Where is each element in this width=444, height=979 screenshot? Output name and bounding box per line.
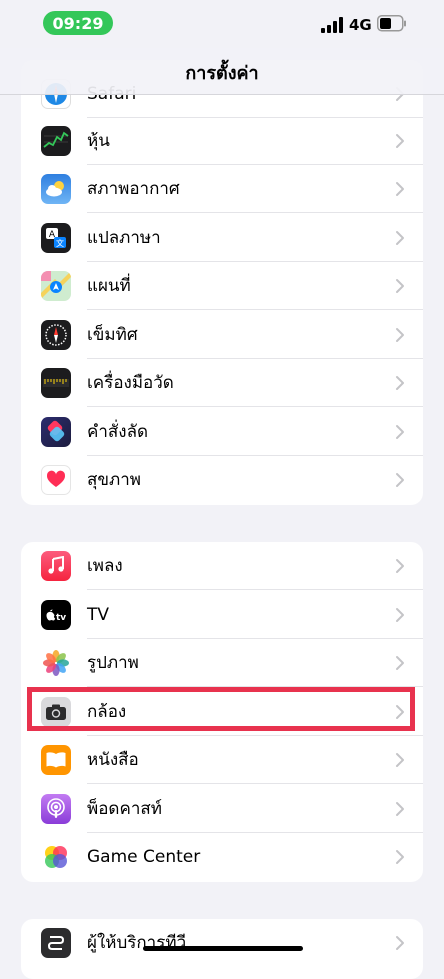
settings-row-label: หนังสือ — [87, 750, 139, 770]
chevron-right-icon — [396, 936, 404, 950]
settings-row-label: TV — [87, 605, 110, 625]
chevron-right-icon — [396, 182, 404, 196]
settings-row-label: เข็มทิศ — [87, 325, 138, 345]
svg-text:tv: tv — [56, 613, 66, 623]
books-icon — [41, 745, 71, 775]
settings-row-label: สภาพอากาศ — [87, 179, 180, 199]
svg-text:文: 文 — [56, 238, 64, 248]
chevron-right-icon — [396, 279, 404, 293]
weather-icon — [41, 174, 71, 204]
chevron-right-icon — [396, 231, 404, 245]
status-bar: 09:29 4G — [0, 0, 444, 48]
apple-tv-icon: tv — [41, 600, 71, 630]
translate-icon: A文 — [41, 223, 71, 253]
settings-row-label: เครื่องมือวัด — [87, 373, 174, 393]
maps-icon — [41, 271, 71, 301]
row-separator — [87, 589, 423, 590]
chevron-right-icon — [396, 850, 404, 864]
settings-row-measure[interactable]: เครื่องมือวัด — [21, 359, 423, 407]
settings-row-photos[interactable]: รูปภาพ — [21, 639, 423, 687]
network-type: 4G — [349, 16, 372, 34]
cellular-signal-icon — [321, 17, 343, 33]
settings-row-podcasts[interactable]: พ็อดคาสท์ — [21, 785, 423, 833]
settings-row-label: รูปภาพ — [87, 653, 139, 673]
chevron-right-icon — [396, 559, 404, 573]
settings-row-game-center[interactable]: Game Center — [21, 833, 423, 881]
game-center-icon — [41, 842, 71, 872]
settings-row-label: คำสั่งลัด — [87, 422, 149, 442]
settings-row-tv[interactable]: tv TV — [21, 591, 423, 639]
photos-icon — [41, 648, 71, 678]
music-icon — [41, 551, 71, 581]
settings-row-label: Game Center — [87, 847, 201, 867]
row-separator — [87, 309, 423, 310]
row-separator — [87, 406, 423, 407]
highlight-box — [27, 687, 415, 731]
settings-row-shortcuts[interactable]: คำสั่งลัด — [21, 408, 423, 456]
status-time[interactable]: 09:29 — [43, 11, 113, 35]
chevron-right-icon — [396, 425, 404, 439]
settings-row-stocks[interactable]: หุ้น — [21, 117, 423, 165]
measure-icon — [41, 368, 71, 398]
settings-row-label: แปลภาษา — [87, 228, 161, 248]
settings-row-maps[interactable]: แผนที่ — [21, 262, 423, 310]
settings-row-label: สุขภาพ — [87, 470, 141, 490]
settings-row-books[interactable]: หนังสือ — [21, 736, 423, 784]
settings-row-compass[interactable]: เข็มทิศ — [21, 311, 423, 359]
podcasts-icon — [41, 794, 71, 824]
settings-group-apps-1: Safari หุ้น สภาพอากาศ A文 แปลภาษา แผนที่ — [21, 60, 423, 505]
tv-provider-icon — [41, 928, 71, 958]
settings-row-weather[interactable]: สภาพอากาศ — [21, 165, 423, 213]
page-title: การตั้งค่า — [185, 63, 259, 84]
settings-row-label: แผนที่ — [87, 276, 131, 296]
settings-row-label: พ็อดคาสท์ — [87, 799, 162, 819]
home-indicator[interactable] — [143, 946, 303, 951]
settings-row-health[interactable]: สุขภาพ — [21, 456, 423, 504]
chevron-right-icon — [396, 656, 404, 670]
nav-divider — [0, 94, 444, 95]
settings-row-label: เพลง — [87, 556, 123, 576]
health-icon — [41, 465, 71, 495]
settings-row-label: หุ้น — [87, 131, 110, 151]
stocks-icon — [41, 126, 71, 156]
row-separator — [87, 783, 423, 784]
settings-row-label: ผู้ให้บริการทีวี — [87, 933, 187, 953]
settings-row-translate[interactable]: A文 แปลภาษา — [21, 214, 423, 262]
shortcuts-icon — [41, 417, 71, 447]
row-separator — [87, 212, 423, 213]
settings-row-music[interactable]: เพลง — [21, 542, 423, 590]
chevron-right-icon — [396, 473, 404, 487]
battery-icon — [377, 15, 406, 32]
chevron-right-icon — [396, 608, 404, 622]
chevron-right-icon — [396, 753, 404, 767]
chevron-right-icon — [396, 328, 404, 342]
chevron-right-icon — [396, 802, 404, 816]
chevron-right-icon — [396, 376, 404, 390]
chevron-right-icon — [396, 134, 404, 148]
compass-icon — [41, 320, 71, 350]
